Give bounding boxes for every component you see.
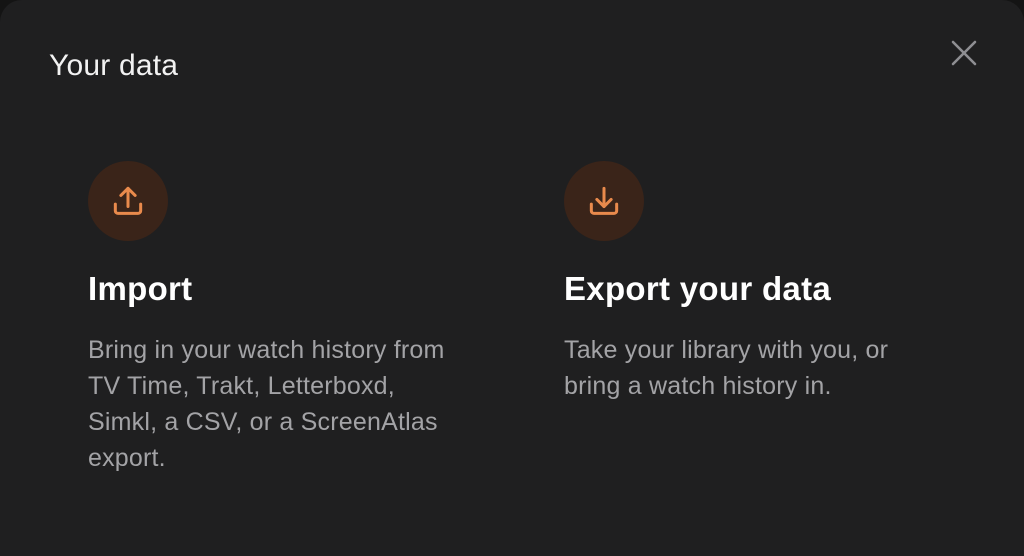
modal-title: Your data (49, 49, 179, 82)
export-description: Take your library with you, or bring a w… (564, 336, 889, 400)
close-icon (951, 40, 977, 66)
export-icon-circle (564, 161, 644, 241)
close-button[interactable] (942, 31, 986, 75)
export-title: Export your data (564, 270, 832, 307)
your-data-modal: Your data Import Bring in your watch his… (0, 0, 1024, 556)
import-card[interactable]: Import Bring in your watch history from … (88, 161, 468, 476)
export-card[interactable]: Export your data Take your library with … (564, 161, 944, 404)
import-description: Bring in your watch history from TV Time… (88, 336, 445, 472)
import-icon-circle (88, 161, 168, 241)
upload-icon (113, 186, 143, 215)
download-icon (589, 186, 619, 215)
import-title: Import (88, 270, 193, 307)
